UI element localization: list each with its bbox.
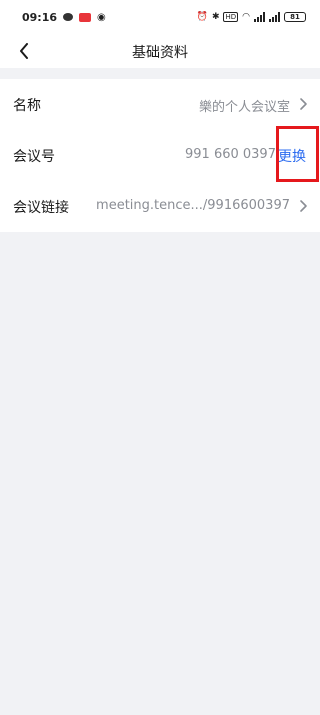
status-bar: 09:16 ◉ ⏰ ✱ HD ◠ 81 [0, 0, 320, 34]
name-label: 名称 [13, 98, 41, 114]
meeting-link-label: 会议链接 [13, 200, 69, 216]
status-time: 09:16 [22, 10, 58, 24]
chevron-right-icon [300, 200, 307, 212]
name-value: 樂的个人会议室 [198, 100, 290, 115]
meeting-number-label: 会议号 [13, 149, 55, 165]
list-item-meeting-link[interactable]: 会议链接 meeting.tence.../9916600397 [0, 181, 320, 232]
hd-badge: HD [223, 12, 239, 22]
change-meeting-number-button[interactable]: 更换 [278, 146, 306, 166]
chevron-right-icon [300, 98, 307, 110]
list-item-name[interactable]: 名称 樂的个人会议室 [0, 79, 320, 130]
nav-bar: 基础资料 [0, 34, 320, 68]
meeting-link-value: meeting.tence.../9916600397 [96, 198, 290, 213]
signal-icon [254, 12, 265, 22]
status-left: 09:16 ◉ [22, 11, 106, 24]
wifi-icon: ◠ [242, 12, 250, 22]
weibo-icon: ◉ [97, 11, 106, 23]
meeting-number-value: 991 660 0397 [185, 147, 276, 162]
red-app-icon [79, 12, 92, 22]
battery-icon: 81 [284, 12, 306, 22]
alarm-icon: ⏰ [196, 12, 208, 22]
signal-icon-2 [269, 12, 280, 22]
chat-app-icon [63, 13, 74, 21]
status-right: ⏰ ✱ HD ◠ 81 [197, 12, 306, 22]
page-title: 基础资料 [132, 45, 188, 61]
section-gap [0, 68, 320, 79]
bluetooth-icon: ✱ [211, 12, 220, 22]
